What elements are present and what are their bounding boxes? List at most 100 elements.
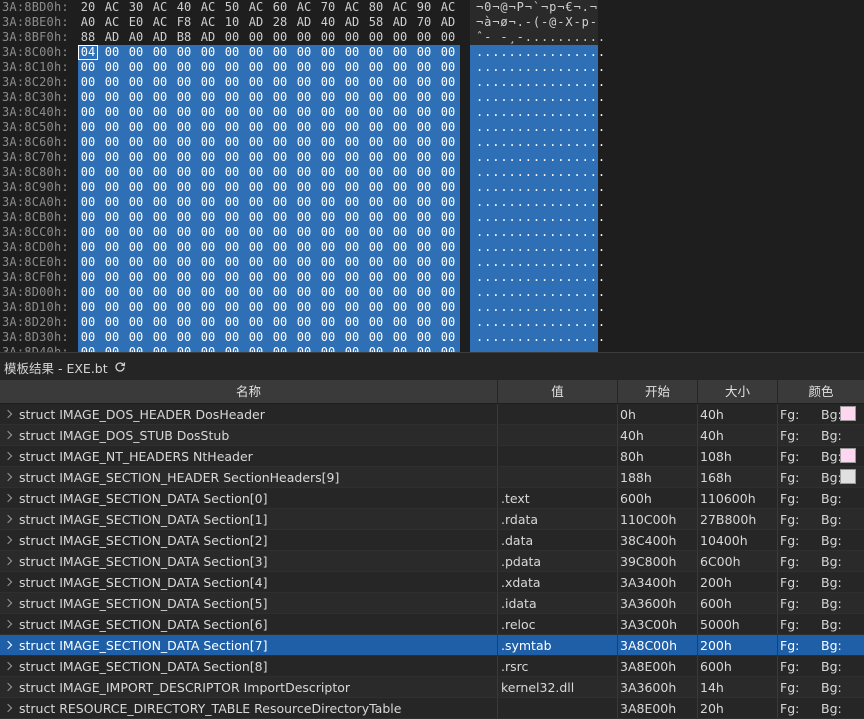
hex-byte[interactable]: 00 bbox=[78, 60, 98, 75]
results-row[interactable]: struct IMAGE_SECTION_DATA Section[3] .pda… bbox=[0, 551, 864, 572]
hex-byte[interactable]: 00 bbox=[390, 165, 410, 180]
hex-byte[interactable]: 00 bbox=[366, 285, 386, 300]
hex-byte[interactable]: 00 bbox=[294, 90, 314, 105]
hex-byte[interactable]: AD bbox=[438, 15, 458, 30]
hex-byte[interactable]: 30 bbox=[126, 0, 146, 15]
hex-byte[interactable]: 00 bbox=[126, 75, 146, 90]
hex-bytes[interactable]: 00 00 00 00 00 00 00 00 00 00 00 00 00 00 00 00 bbox=[78, 75, 460, 90]
hex-byte[interactable]: 00 bbox=[318, 210, 338, 225]
hex-byte[interactable]: 00 bbox=[270, 30, 290, 45]
hex-byte[interactable]: 00 bbox=[414, 255, 434, 270]
hex-byte[interactable]: 00 bbox=[246, 255, 266, 270]
hex-byte[interactable]: 00 bbox=[390, 270, 410, 285]
hex-byte[interactable]: 00 bbox=[174, 240, 194, 255]
hex-byte[interactable]: 00 bbox=[270, 135, 290, 150]
hex-byte[interactable]: 00 bbox=[414, 210, 434, 225]
hex-byte[interactable]: 00 bbox=[222, 255, 242, 270]
hex-byte[interactable]: 00 bbox=[318, 105, 338, 120]
hex-byte[interactable]: 00 bbox=[294, 105, 314, 120]
hex-byte[interactable]: 00 bbox=[126, 45, 146, 60]
hex-byte[interactable]: 00 bbox=[414, 180, 434, 195]
hex-byte[interactable]: 00 bbox=[390, 150, 410, 165]
hex-byte[interactable]: 00 bbox=[366, 90, 386, 105]
hex-byte[interactable]: 00 bbox=[438, 45, 458, 60]
hex-byte[interactable]: 00 bbox=[438, 270, 458, 285]
results-row[interactable]: struct IMAGE_NT_HEADERS NtHeader 80h 108h F… bbox=[0, 446, 864, 467]
hex-ascii[interactable]: ................ bbox=[470, 120, 605, 135]
hex-bytes[interactable]: 00 00 00 00 00 00 00 00 00 00 00 00 00 00 00 00 bbox=[78, 90, 460, 105]
hex-bytes[interactable]: 00 00 00 00 00 00 00 00 00 00 00 00 00 00 00 00 bbox=[78, 195, 460, 210]
hex-byte[interactable]: 00 bbox=[78, 105, 98, 120]
hex-byte[interactable]: 00 bbox=[270, 90, 290, 105]
hex-byte[interactable]: 00 bbox=[342, 225, 362, 240]
hex-byte[interactable]: 00 bbox=[78, 195, 98, 210]
hex-bytes[interactable]: 04 00 00 00 00 00 00 00 00 00 00 00 00 00 00 00 bbox=[78, 45, 460, 60]
hex-byte[interactable]: 00 bbox=[342, 240, 362, 255]
hex-ascii[interactable]: ¬0¬@¬P¬`¬p¬€¬.¬ bbox=[470, 0, 598, 15]
hex-byte[interactable]: 00 bbox=[78, 120, 98, 135]
hex-byte[interactable]: AC bbox=[246, 0, 266, 15]
hex-byte[interactable]: 00 bbox=[270, 225, 290, 240]
hex-byte[interactable]: 00 bbox=[102, 225, 122, 240]
hex-byte[interactable]: 00 bbox=[150, 135, 170, 150]
hex-byte[interactable]: 00 bbox=[366, 330, 386, 345]
hex-byte[interactable]: 00 bbox=[294, 330, 314, 345]
hex-byte[interactable]: 00 bbox=[342, 60, 362, 75]
hex-byte[interactable]: 00 bbox=[294, 210, 314, 225]
hex-bytes[interactable]: 00 00 00 00 00 00 00 00 00 00 00 00 00 00 00 00 bbox=[78, 150, 460, 165]
hex-byte[interactable]: 00 bbox=[174, 60, 194, 75]
hex-row[interactable]: 3A:8C30h: 00 00 00 00 00 00 00 00 00 00 00 00 00 00 00 0… bbox=[0, 90, 864, 105]
hex-row[interactable]: 3A:8C40h: 00 00 00 00 00 00 00 00 00 00 00 00 00 00 00 0… bbox=[0, 105, 864, 120]
hex-byte[interactable]: 00 bbox=[102, 180, 122, 195]
hex-byte[interactable]: AC bbox=[342, 0, 362, 15]
hex-byte[interactable]: 00 bbox=[198, 315, 218, 330]
hex-byte[interactable]: 00 bbox=[270, 180, 290, 195]
hex-ascii[interactable]: ................ bbox=[470, 60, 605, 75]
hex-byte[interactable]: 00 bbox=[342, 315, 362, 330]
hex-byte[interactable]: 00 bbox=[246, 285, 266, 300]
hex-byte[interactable]: 00 bbox=[342, 345, 362, 352]
hex-byte[interactable]: 00 bbox=[342, 135, 362, 150]
hex-byte[interactable]: 00 bbox=[246, 120, 266, 135]
hex-byte[interactable]: 00 bbox=[126, 180, 146, 195]
hex-byte[interactable]: 00 bbox=[414, 75, 434, 90]
hex-byte[interactable]: 00 bbox=[150, 240, 170, 255]
hex-byte[interactable]: 00 bbox=[438, 180, 458, 195]
hex-byte[interactable]: 00 bbox=[102, 210, 122, 225]
hex-byte[interactable]: 00 bbox=[198, 60, 218, 75]
hex-byte[interactable]: 00 bbox=[246, 105, 266, 120]
hex-byte[interactable]: 00 bbox=[222, 150, 242, 165]
hex-byte[interactable]: 00 bbox=[438, 210, 458, 225]
hex-byte[interactable]: A0 bbox=[78, 15, 98, 30]
hex-byte[interactable]: 00 bbox=[318, 255, 338, 270]
hex-byte[interactable]: 00 bbox=[318, 180, 338, 195]
hex-byte[interactable]: 00 bbox=[438, 285, 458, 300]
hex-editor-pane[interactable]: 3A:8BD0h: 20 AC 30 AC 40 AC 50 AC 60 AC 70 AC 80 AC 90 A… bbox=[0, 0, 864, 352]
hex-byte[interactable]: 00 bbox=[126, 165, 146, 180]
hex-byte[interactable]: 00 bbox=[390, 105, 410, 120]
hex-byte[interactable]: 00 bbox=[366, 300, 386, 315]
hex-byte[interactable]: 00 bbox=[414, 285, 434, 300]
hex-byte[interactable]: 00 bbox=[318, 45, 338, 60]
hex-byte[interactable]: 00 bbox=[390, 195, 410, 210]
hex-byte[interactable]: 00 bbox=[198, 120, 218, 135]
hex-byte[interactable]: 00 bbox=[78, 315, 98, 330]
hex-byte[interactable]: 00 bbox=[342, 180, 362, 195]
hex-byte[interactable]: 00 bbox=[246, 240, 266, 255]
hex-byte[interactable]: 00 bbox=[366, 165, 386, 180]
hex-byte[interactable]: 00 bbox=[102, 300, 122, 315]
hex-byte[interactable]: 00 bbox=[198, 195, 218, 210]
hex-byte[interactable]: 00 bbox=[438, 30, 458, 45]
hex-byte[interactable]: 00 bbox=[78, 285, 98, 300]
column-header-color[interactable]: 颜色 bbox=[778, 380, 864, 403]
hex-byte[interactable]: 00 bbox=[294, 315, 314, 330]
hex-bytes[interactable]: 00 00 00 00 00 00 00 00 00 00 00 00 00 00 00 00 bbox=[78, 270, 460, 285]
hex-byte[interactable]: 00 bbox=[390, 345, 410, 352]
results-row[interactable]: struct IMAGE_SECTION_DATA Section[4] .xda… bbox=[0, 572, 864, 593]
hex-byte[interactable]: 00 bbox=[414, 270, 434, 285]
hex-byte[interactable]: 00 bbox=[294, 240, 314, 255]
hex-byte[interactable]: 00 bbox=[246, 195, 266, 210]
hex-byte[interactable]: 00 bbox=[318, 165, 338, 180]
hex-ascii[interactable]: ................ bbox=[470, 285, 605, 300]
hex-byte[interactable]: 00 bbox=[270, 165, 290, 180]
